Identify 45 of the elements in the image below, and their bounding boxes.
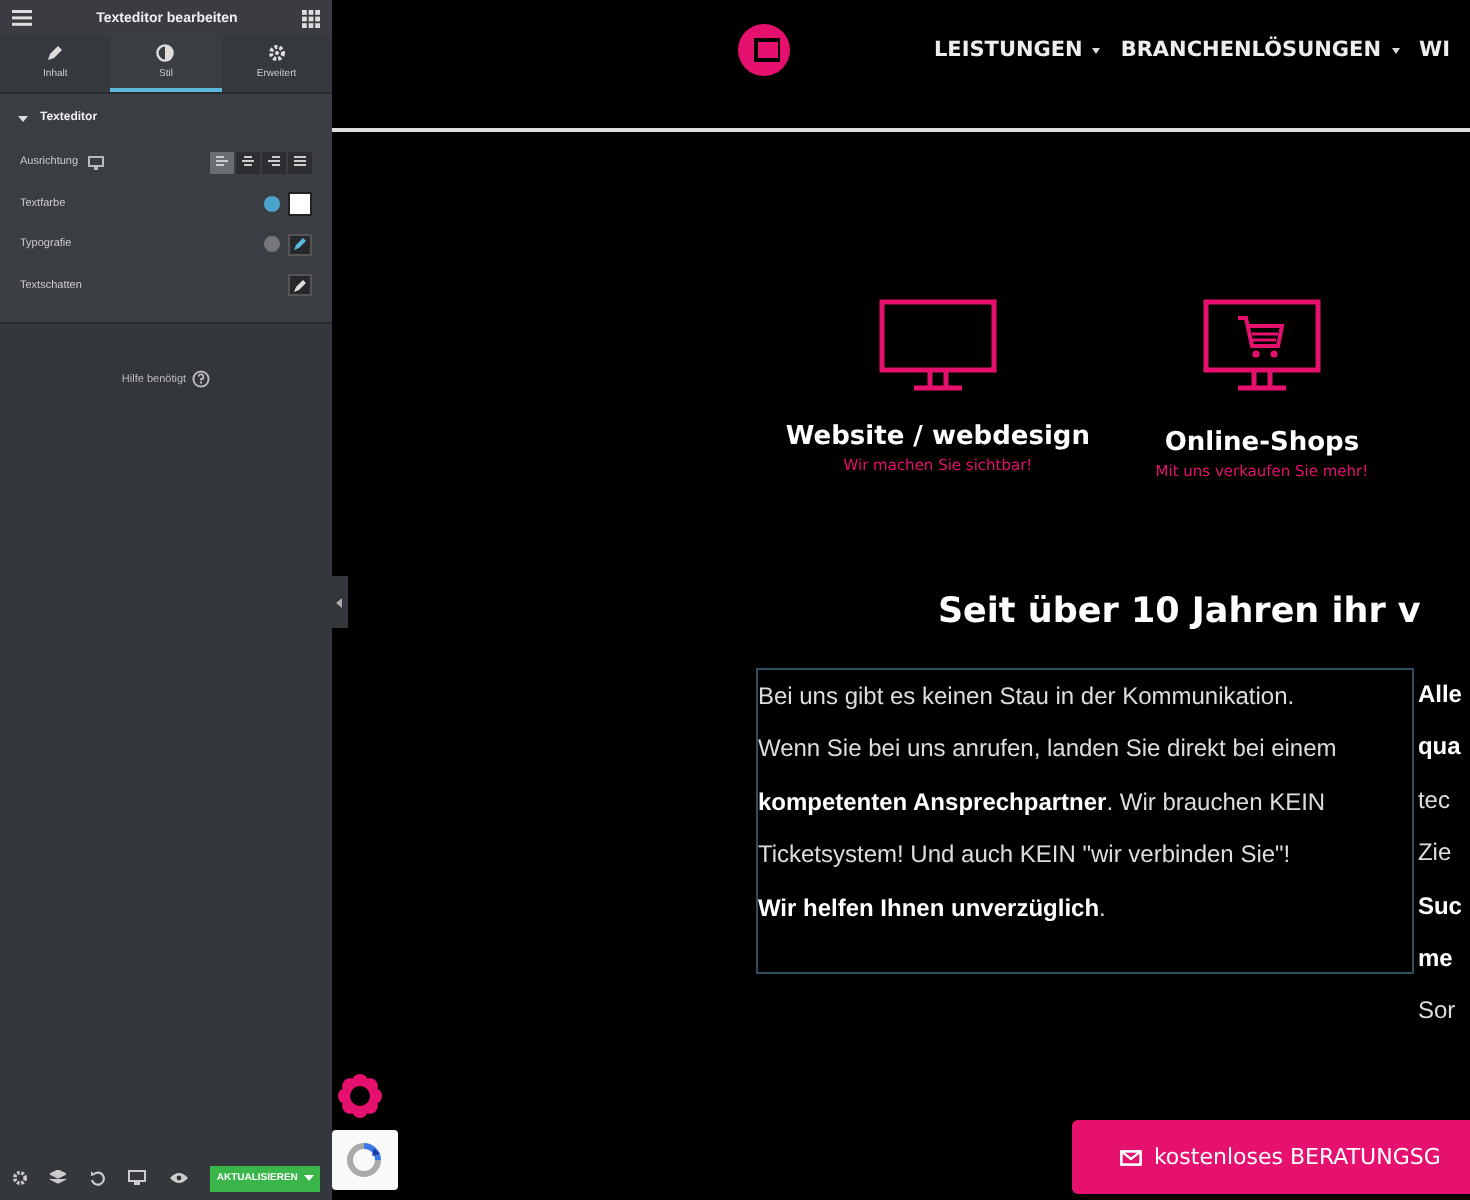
caret-icon (303, 1174, 314, 1182)
caret-icon (18, 113, 28, 123)
nav-link[interactable]: BRANCHENLÖSUNGEN (1120, 38, 1399, 62)
align-option[interactable] (209, 151, 234, 174)
contrast-icon (156, 44, 175, 62)
desktop-icon[interactable] (88, 155, 105, 170)
recaptcha-icon (346, 1142, 383, 1178)
service-title: Website / webdesign (785, 422, 1090, 452)
align-option[interactable] (287, 151, 312, 174)
gear-icon (267, 44, 286, 62)
align-option[interactable] (235, 151, 260, 174)
align-justify-icon (293, 156, 306, 169)
history-icon[interactable] (89, 1170, 106, 1186)
align-right-icon (267, 156, 280, 169)
layers-icon[interactable] (50, 1170, 67, 1186)
text-editor-widget[interactable] (755, 668, 1414, 974)
align-left-icon (215, 156, 228, 169)
responsive-icon[interactable] (128, 1170, 147, 1186)
monitor-cart-icon (1201, 298, 1322, 392)
monitor-icon (877, 298, 998, 392)
recaptcha-badge[interactable] (331, 1130, 398, 1190)
eye-icon[interactable] (169, 1172, 188, 1184)
caret-icon (336, 597, 343, 607)
logo-icon[interactable] (737, 24, 790, 76)
pencil-icon (291, 277, 308, 294)
nav-link[interactable]: LEISTUNGEN (933, 38, 1101, 62)
service-title: Online-Shops (1164, 428, 1360, 458)
flower-icon[interactable] (335, 1072, 384, 1120)
pencil-icon (46, 44, 65, 62)
color-swatch[interactable] (287, 191, 312, 216)
envelope-icon (1119, 1149, 1142, 1165)
edit-button[interactable] (287, 274, 312, 297)
paragraph: Bei uns gibt es keinen Stau in der Kommunikation. Wenn Sie bei uns anrufen, landen Sie direkt bei einem kompetenten Ansprechpartner. Wir brauchen KEIN Ticketsystem! Und auch KEIN "wir verbinden Sie"! Wir helfen Ihnen unverzüglich. (757, 680, 1339, 926)
consultation-button[interactable]: kostenloses BERATUNGSG (1071, 1120, 1470, 1194)
align-option[interactable] (261, 151, 286, 174)
align-center-icon (241, 156, 254, 169)
apps-grid-icon[interactable] (301, 9, 320, 27)
edit-button[interactable] (287, 233, 312, 256)
section-heading: Seit über 10 Jahren ihr v (937, 592, 1421, 632)
paragraph: Alle qua tec Zie Suc me Sor (1417, 678, 1462, 1029)
help-icon[interactable] (192, 370, 211, 388)
settings-icon[interactable] (12, 1170, 28, 1186)
pencil-icon (291, 236, 308, 253)
nav-link[interactable]: WI (1419, 38, 1450, 62)
menu-icon[interactable] (12, 10, 32, 26)
